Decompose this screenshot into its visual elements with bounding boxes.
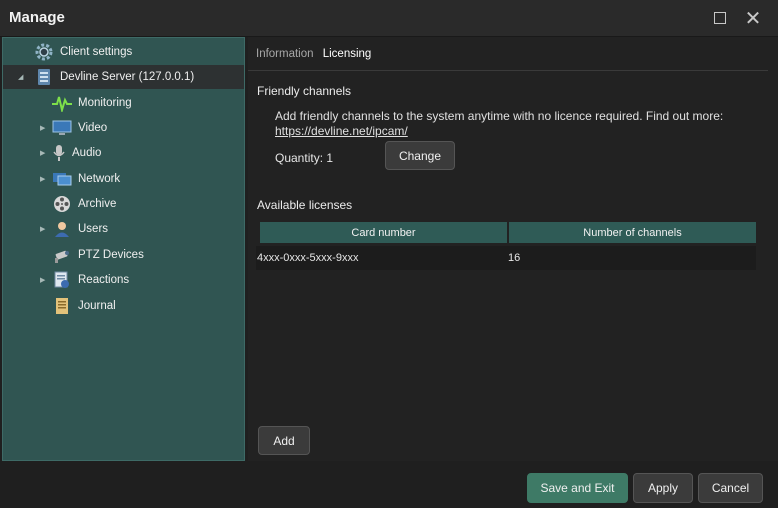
tree-item-label: Devline Server (127.0.0.1) [60, 71, 195, 83]
tree-item-label: Audio [72, 147, 102, 159]
journal-icon [52, 296, 72, 316]
gear-icon [34, 42, 54, 62]
tree-item-label: Archive [78, 198, 117, 210]
tree-item-network[interactable]: ▶ Network [40, 167, 121, 191]
tree-item-audio[interactable]: ▶ Audio [40, 141, 102, 165]
licenses-table-header: Card number Number of channels [260, 222, 756, 243]
window-title: Manage [9, 9, 65, 26]
tab-bar: Information Licensing [256, 48, 377, 60]
collapsed-arrow-icon[interactable]: ▶ [40, 175, 45, 183]
tree-item-ptz-devices[interactable]: PTZ Devices [52, 243, 144, 267]
close-button[interactable]: ✕ [740, 6, 766, 30]
tree-item-label: Monitoring [78, 97, 132, 109]
tree-item-users[interactable]: ▶ Users [40, 217, 109, 241]
dialog-footer: Save and Exit Apply Cancel [0, 462, 778, 508]
add-button[interactable]: Add [258, 426, 310, 455]
network-icon [52, 169, 72, 189]
server-icon [34, 67, 54, 87]
collapsed-arrow-icon[interactable]: ▶ [40, 225, 45, 233]
settings-tree: Client settings ◢ Devline Server (127.0.… [2, 37, 245, 461]
tree-item-reactions[interactable]: ▶ Reactions [40, 268, 130, 292]
monitoring-icon [52, 93, 72, 113]
tab-licensing[interactable]: Licensing [323, 48, 372, 60]
column-header-card-number[interactable]: Card number [260, 222, 507, 243]
tree-item-client-settings[interactable]: Client settings [34, 40, 132, 64]
collapsed-arrow-icon[interactable]: ▶ [40, 149, 45, 157]
film-reel-icon [52, 194, 72, 214]
available-licenses-title: Available licenses [257, 198, 353, 212]
tree-item-label: Video [78, 122, 108, 134]
licensing-panel: Information Licensing Friendly channels … [248, 37, 778, 461]
collapsed-arrow-icon[interactable]: ▶ [40, 276, 45, 284]
ptz-camera-icon [52, 245, 72, 265]
user-icon [52, 219, 72, 239]
tree-item-label: Network [78, 173, 121, 185]
tree-item-archive[interactable]: Archive [52, 192, 116, 216]
cancel-button[interactable]: Cancel [698, 473, 763, 503]
tree-item-label: Client settings [60, 46, 133, 58]
tree-item-journal[interactable]: Journal [52, 294, 116, 318]
table-row[interactable]: 4xxx-0xxx-5xxx-9xxx 16 [256, 246, 756, 270]
tree-item-label: Journal [78, 300, 116, 312]
apply-button[interactable]: Apply [633, 473, 693, 503]
tree-item-label: Users [78, 223, 109, 235]
close-icon: ✕ [744, 7, 762, 30]
reactions-icon [52, 270, 72, 290]
collapsed-arrow-icon[interactable]: ▶ [40, 124, 45, 132]
description-text: Add friendly channels to the system anyt… [275, 109, 724, 123]
friendly-channels-description: Add friendly channels to the system anyt… [275, 109, 723, 139]
change-button[interactable]: Change [385, 141, 455, 170]
maximize-icon [714, 12, 726, 24]
column-header-number-of-channels[interactable]: Number of channels [509, 222, 756, 243]
save-and-exit-button[interactable]: Save and Exit [527, 473, 628, 503]
tree-item-label: Reactions [78, 274, 130, 286]
friendly-channels-title: Friendly channels [257, 84, 352, 98]
tree-item-monitoring[interactable]: Monitoring [52, 91, 132, 115]
tree-item-video[interactable]: ▶ Video [40, 116, 108, 140]
ipcam-link[interactable]: https://devline.net/ipcam/ [275, 124, 408, 138]
quantity-label: Quantity: 1 [275, 151, 334, 165]
title-bar: Manage ✕ [0, 0, 778, 37]
tab-divider [248, 70, 768, 71]
card-number-cell: 4xxx-0xxx-5xxx-9xxx [257, 252, 359, 264]
expanded-arrow-icon[interactable]: ◢ [18, 73, 23, 81]
tree-item-devline-server[interactable]: ◢ Devline Server (127.0.0.1) [3, 65, 244, 89]
microphone-icon [52, 143, 66, 163]
tab-information[interactable]: Information [256, 48, 314, 60]
monitor-icon [52, 118, 72, 138]
maximize-button[interactable] [707, 6, 733, 30]
tree-item-label: PTZ Devices [78, 249, 144, 261]
channels-cell: 16 [508, 252, 521, 264]
